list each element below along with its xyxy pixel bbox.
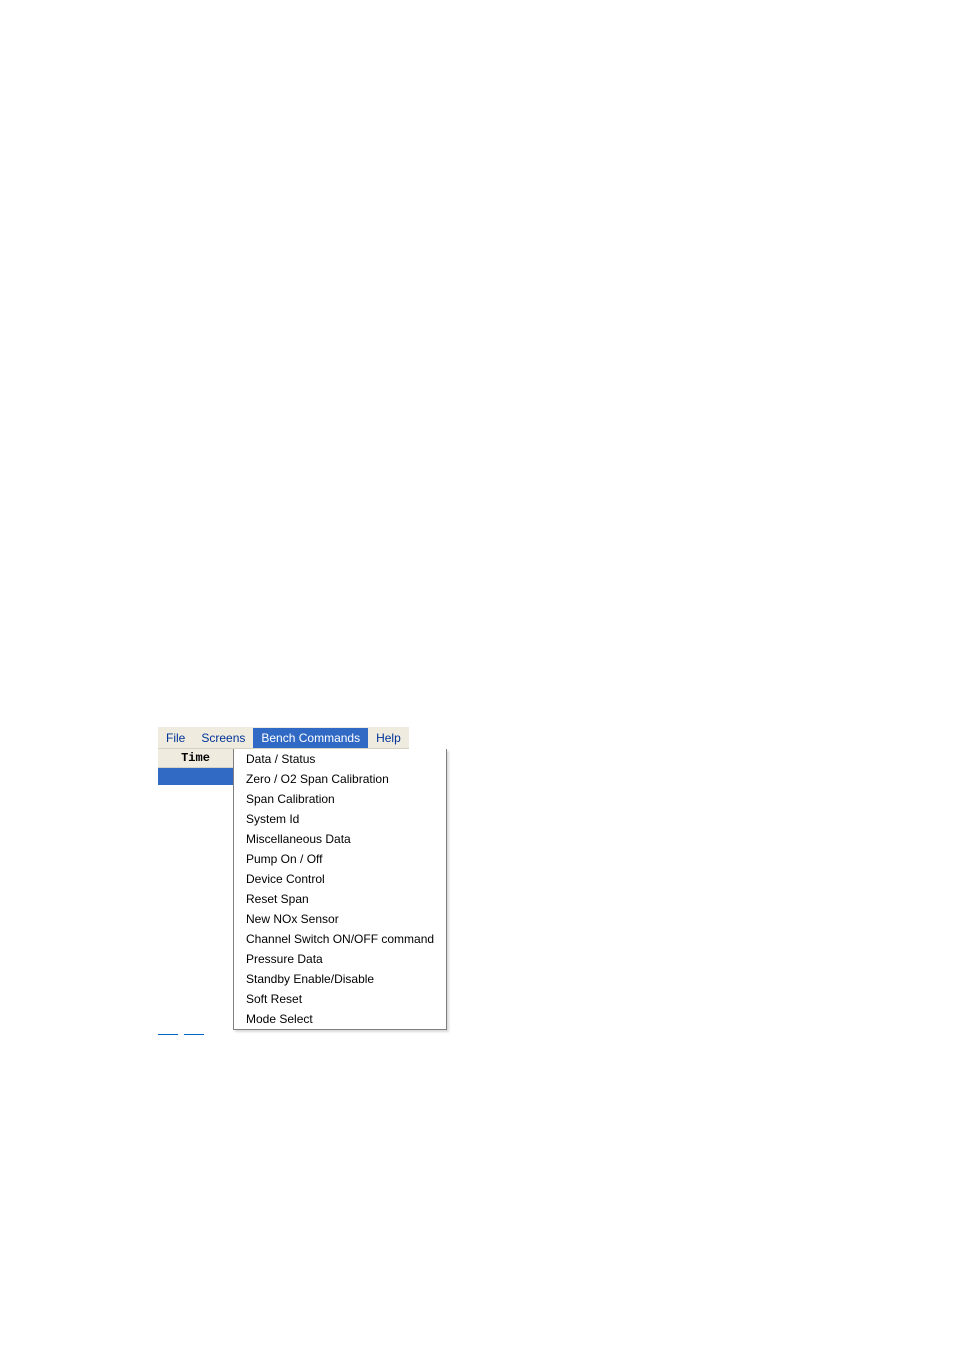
- menu-file[interactable]: File: [158, 728, 193, 748]
- dropdown-item-span-calibration[interactable]: Span Calibration: [234, 789, 446, 809]
- table-row-selected[interactable]: [158, 768, 234, 785]
- column-header-time[interactable]: Time: [158, 749, 234, 768]
- dropdown-item-pressure-data[interactable]: Pressure Data: [234, 949, 446, 969]
- dropdown-item-data-status[interactable]: Data / Status: [234, 749, 446, 769]
- link-fragment: [184, 1034, 204, 1035]
- bench-commands-dropdown: Data / Status Zero / O2 Span Calibration…: [233, 749, 447, 1030]
- menu-bench-commands[interactable]: Bench Commands: [253, 728, 368, 748]
- menu-screens[interactable]: Screens: [193, 728, 253, 748]
- link-fragment: [158, 1034, 178, 1035]
- dropdown-item-standby-enable-disable[interactable]: Standby Enable/Disable: [234, 969, 446, 989]
- dropdown-item-zero-o2-span-calibration[interactable]: Zero / O2 Span Calibration: [234, 769, 446, 789]
- dropdown-item-channel-switch[interactable]: Channel Switch ON/OFF command: [234, 929, 446, 949]
- dropdown-item-mode-select[interactable]: Mode Select: [234, 1009, 446, 1029]
- dropdown-item-pump-on-off[interactable]: Pump On / Off: [234, 849, 446, 869]
- dropdown-item-new-nox-sensor[interactable]: New NOx Sensor: [234, 909, 446, 929]
- dropdown-item-device-control[interactable]: Device Control: [234, 869, 446, 889]
- dropdown-item-soft-reset[interactable]: Soft Reset: [234, 989, 446, 1009]
- dropdown-item-system-id[interactable]: System Id: [234, 809, 446, 829]
- application-window: File Screens Bench Commands Help Time Da…: [158, 727, 409, 789]
- dropdown-item-reset-span[interactable]: Reset Span: [234, 889, 446, 909]
- menubar: File Screens Bench Commands Help: [158, 727, 409, 749]
- dropdown-item-miscellaneous-data[interactable]: Miscellaneous Data: [234, 829, 446, 849]
- menu-help[interactable]: Help: [368, 728, 409, 748]
